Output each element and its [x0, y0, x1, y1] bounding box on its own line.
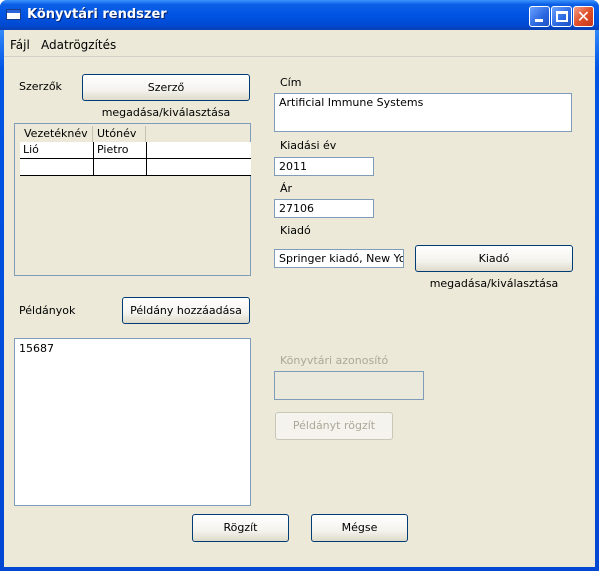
select-publisher-button[interactable]: Kiadó megadása/kiválasztása [415, 245, 573, 290]
client-area: Fájl Adatrögzítés Szerzők Szerző megadás… [4, 30, 595, 567]
close-button[interactable]: ✕ [573, 6, 594, 27]
table-row[interactable] [20, 159, 251, 176]
save-button[interactable]: Rögzít [192, 514, 289, 542]
library-id-label: Könyvtári azonosító [280, 354, 389, 367]
window-title: Könyvtári rendszer [27, 7, 167, 22]
title-label: Cím [280, 76, 302, 89]
authors-grid[interactable]: Vezetéknév Utónév Lió Pietro [14, 123, 251, 276]
authors-label: Szerzők [19, 80, 62, 93]
add-copy-button[interactable]: Példány hozzáadása [122, 297, 250, 324]
price-label: Ár [280, 182, 293, 195]
column-header-first-name[interactable]: Utónév [93, 126, 146, 142]
save-copy-button[interactable]: Példányt rögzít [275, 412, 393, 440]
maximize-button[interactable] [551, 6, 572, 27]
authors-grid-header: Vezetéknév Utónév [20, 126, 252, 142]
cancel-button[interactable]: Mégse [311, 514, 408, 542]
close-icon: ✕ [576, 7, 591, 26]
app-window-icon [6, 9, 21, 20]
app-window: Könyvtári rendszer ✕ Fájl Adatrögzítés S… [0, 0, 599, 571]
year-input[interactable]: 2011 [274, 157, 374, 176]
price-input[interactable]: 27106 [274, 199, 374, 218]
list-item[interactable]: 15687 [19, 342, 54, 355]
menu-data-entry[interactable]: Adatrögzítés [41, 38, 116, 52]
copies-label: Példányok [19, 304, 76, 317]
title-bar[interactable]: Könyvtári rendszer ✕ [0, 0, 599, 30]
publisher-input[interactable]: Springer kiadó, New York [274, 249, 404, 268]
minimize-icon [535, 19, 543, 22]
maximize-icon [556, 11, 568, 22]
minimize-button[interactable] [529, 6, 550, 27]
cell-first-name[interactable] [94, 159, 147, 175]
publisher-label: Kiadó [280, 224, 311, 237]
table-row[interactable]: Lió Pietro [20, 142, 251, 159]
title-input[interactable]: Artificial Immune Systems [274, 93, 572, 132]
year-label: Kiadási év [280, 139, 337, 152]
cell-first-name[interactable]: Pietro [94, 142, 147, 158]
copies-list[interactable]: 15687 [14, 338, 251, 506]
menu-bar: Fájl Adatrögzítés [4, 30, 595, 57]
select-author-button[interactable]: Szerző megadása/kiválasztása [82, 74, 250, 119]
cell-last-name[interactable] [20, 159, 94, 175]
library-id-input[interactable] [274, 371, 424, 400]
column-header-last-name[interactable]: Vezetéknév [20, 126, 93, 142]
menu-file[interactable]: Fájl [10, 38, 30, 52]
cell-last-name[interactable]: Lió [20, 142, 94, 158]
